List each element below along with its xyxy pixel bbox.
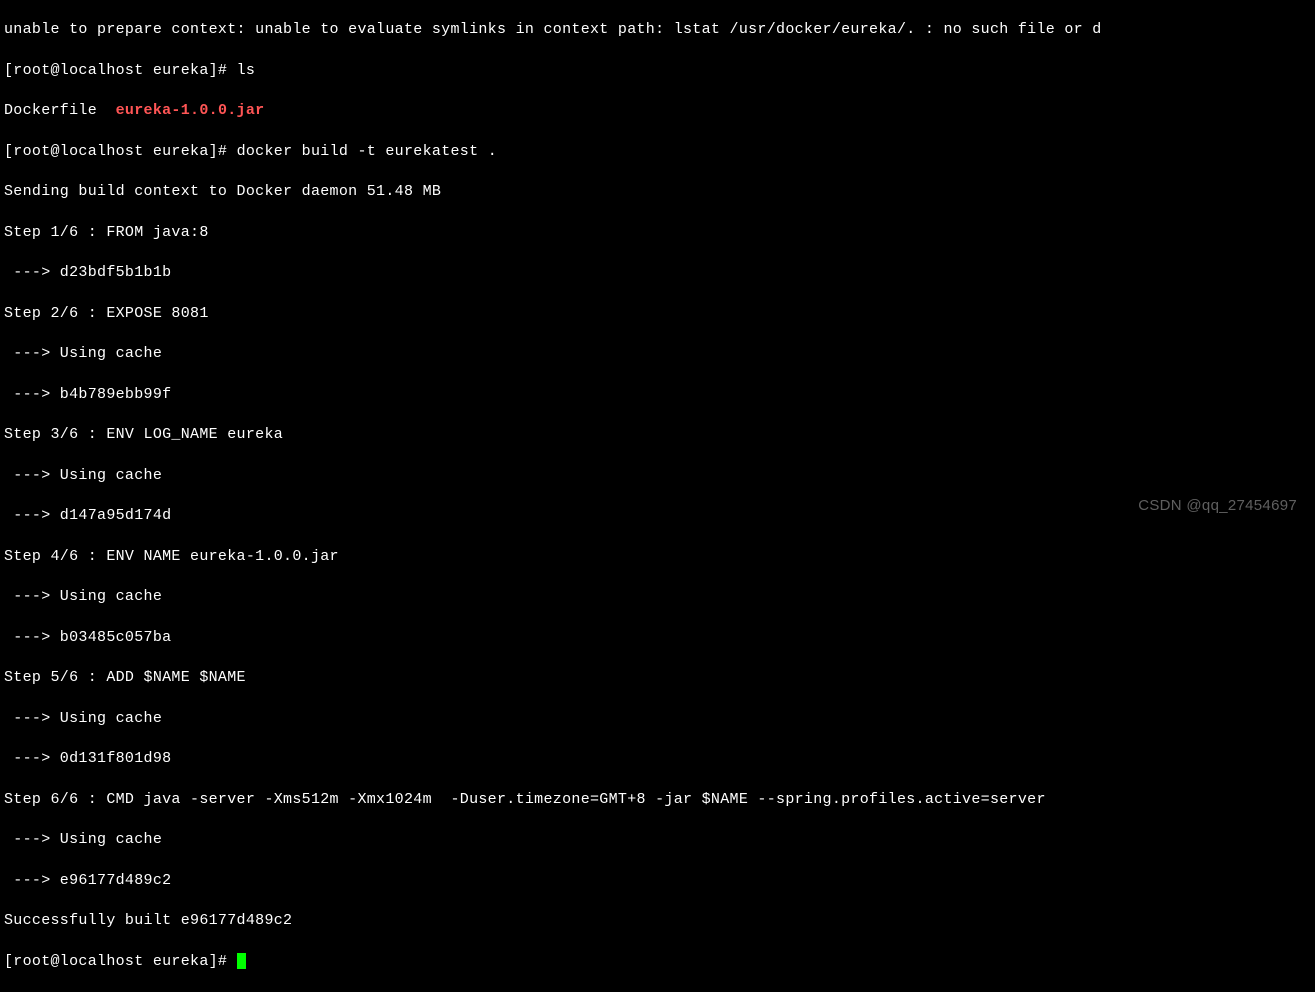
prompt-line-current: [root@localhost eureka]# xyxy=(4,952,1311,972)
build-step6-cache: ---> Using cache xyxy=(4,830,1311,850)
ls-output-line: Dockerfile eureka-1.0.0.jar xyxy=(4,101,1311,121)
build-step4-hash: ---> b03485c057ba xyxy=(4,628,1311,648)
build-step2-cache: ---> Using cache xyxy=(4,344,1311,364)
build-success: Successfully built e96177d489c2 xyxy=(4,911,1311,931)
error-line: unable to prepare context: unable to eva… xyxy=(4,20,1311,40)
build-step6: Step 6/6 : CMD java -server -Xms512m -Xm… xyxy=(4,790,1311,810)
build-step2: Step 2/6 : EXPOSE 8081 xyxy=(4,304,1311,324)
watermark-text: CSDN @qq_27454697 xyxy=(1138,496,1297,516)
prompt-line-build: [root@localhost eureka]# docker build -t… xyxy=(4,142,1311,162)
terminal-output[interactable]: unable to prepare context: unable to eva… xyxy=(4,0,1311,992)
build-step3-cache: ---> Using cache xyxy=(4,466,1311,486)
build-sending: Sending build context to Docker daemon 5… xyxy=(4,182,1311,202)
build-step1: Step 1/6 : FROM java:8 xyxy=(4,223,1311,243)
build-step5-hash: ---> 0d131f801d98 xyxy=(4,749,1311,769)
build-step5-cache: ---> Using cache xyxy=(4,709,1311,729)
shell-prompt: [root@localhost eureka]# xyxy=(4,143,227,160)
build-step4-cache: ---> Using cache xyxy=(4,587,1311,607)
file-jar: eureka-1.0.0.jar xyxy=(116,102,265,119)
file-dockerfile: Dockerfile xyxy=(4,102,97,119)
terminal-cursor[interactable] xyxy=(237,953,246,969)
build-step4: Step 4/6 : ENV NAME eureka-1.0.0.jar xyxy=(4,547,1311,567)
build-step2-hash: ---> b4b789ebb99f xyxy=(4,385,1311,405)
build-step1-hash: ---> d23bdf5b1b1b xyxy=(4,263,1311,283)
prompt-line-ls: [root@localhost eureka]# ls xyxy=(4,61,1311,81)
build-step3-hash: ---> d147a95d174d xyxy=(4,506,1311,526)
shell-prompt: [root@localhost eureka]# xyxy=(4,62,227,79)
build-step3: Step 3/6 : ENV LOG_NAME eureka xyxy=(4,425,1311,445)
command-docker-build: docker build -t eurekatest . xyxy=(237,143,497,160)
command-ls: ls xyxy=(237,62,256,79)
build-step5: Step 5/6 : ADD $NAME $NAME xyxy=(4,668,1311,688)
build-step6-hash: ---> e96177d489c2 xyxy=(4,871,1311,891)
shell-prompt: [root@localhost eureka]# xyxy=(4,953,227,970)
